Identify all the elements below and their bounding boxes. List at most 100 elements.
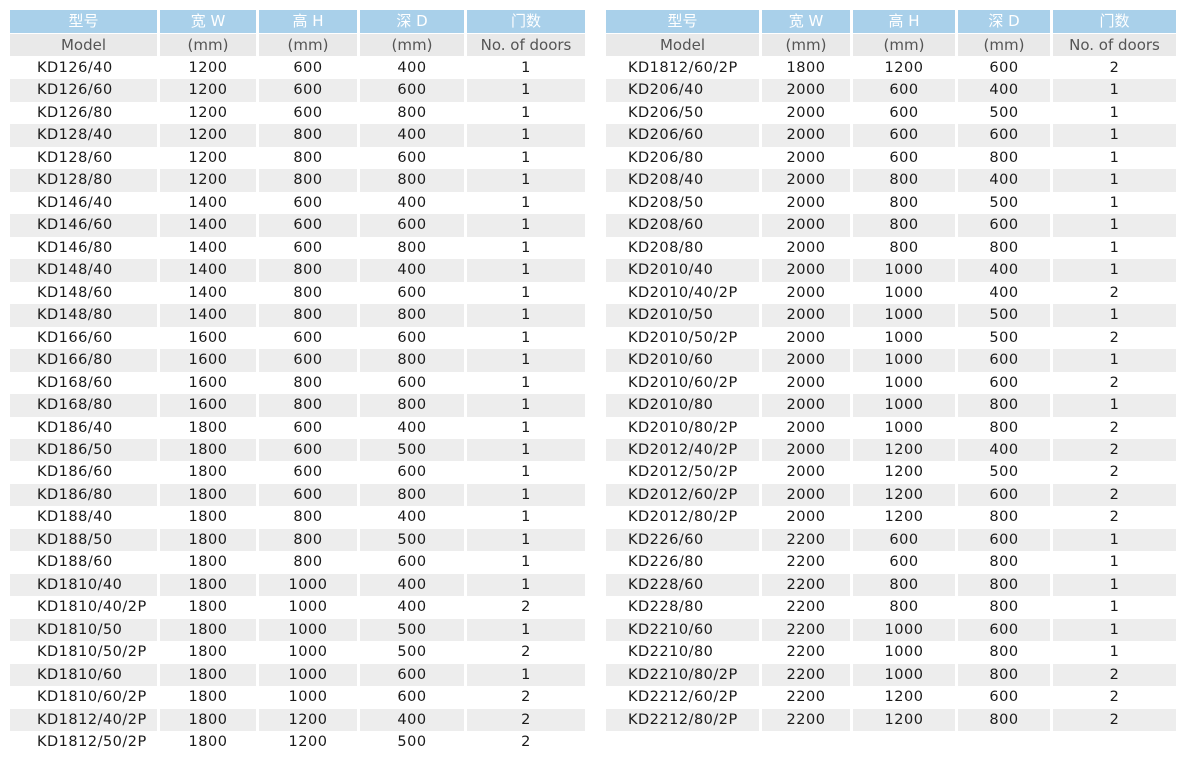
cell-width: 1200 bbox=[160, 79, 256, 102]
cell-model: KD2010/40 bbox=[606, 259, 759, 282]
cell-height: 600 bbox=[293, 464, 323, 481]
cell-model: KD186/40 bbox=[37, 419, 113, 436]
cell-doors: 1 bbox=[1053, 528, 1176, 552]
cell-height: 600 bbox=[259, 79, 357, 102]
cell-height: 600 bbox=[889, 104, 919, 121]
table-row: KD1810/60/2P 1800 1000 600 2 bbox=[10, 686, 585, 708]
cell-depth: 800 bbox=[360, 169, 464, 192]
cell-width: 2000 bbox=[762, 394, 850, 417]
cell-depth: 600 bbox=[397, 554, 427, 571]
table-row: KD208/60 2000 800 600 1 bbox=[606, 214, 1176, 237]
cell-height: 600 bbox=[293, 60, 323, 76]
cell-model: KD1810/40 bbox=[10, 573, 157, 597]
cell-depth: 400 bbox=[360, 708, 464, 732]
cell-depth: 600 bbox=[989, 374, 1019, 391]
cell-depth: 600 bbox=[989, 689, 1019, 706]
cell-height: 1200 bbox=[884, 464, 924, 481]
cell-doors: 2 bbox=[1109, 464, 1120, 481]
table-row: KD2012/50/2P 2000 1200 500 2 bbox=[606, 461, 1176, 483]
cell-model: KD166/60 bbox=[37, 329, 113, 346]
table-row: KD2010/60 2000 1000 600 1 bbox=[606, 349, 1176, 372]
cell-depth: 400 bbox=[958, 259, 1050, 282]
cell-model: KD2010/60 bbox=[606, 349, 759, 372]
table-row: KD148/80 1400 800 800 1 bbox=[10, 304, 585, 327]
cell-depth: 800 bbox=[360, 349, 464, 372]
cell-depth: 800 bbox=[397, 239, 427, 256]
cell-doors: 1 bbox=[1109, 554, 1120, 571]
cell-width: 2000 bbox=[786, 419, 826, 436]
cell-model: KD1810/40/2P bbox=[37, 599, 147, 616]
cell-height: 600 bbox=[853, 528, 955, 552]
cell-height: 600 bbox=[259, 483, 357, 507]
cell-width: 1400 bbox=[160, 304, 256, 327]
cell-model: KD1810/60/2P bbox=[37, 689, 147, 706]
header-doors-en: No. of doors bbox=[1053, 34, 1176, 56]
cell-depth: 600 bbox=[397, 689, 427, 706]
cell-width: 2200 bbox=[786, 554, 826, 571]
cell-depth: 800 bbox=[989, 644, 1019, 661]
cell-height: 1000 bbox=[884, 329, 924, 346]
cell-model: KD206/60 bbox=[606, 124, 759, 147]
cell-depth: 500 bbox=[360, 438, 464, 462]
cell-depth: 400 bbox=[958, 438, 1050, 462]
header-depth-zh: 深 D bbox=[958, 10, 1050, 33]
cell-depth: 500 bbox=[989, 329, 1019, 346]
cell-width: 2200 bbox=[762, 708, 850, 732]
cell-doors: 2 bbox=[521, 734, 531, 751]
cell-model: KD2010/50 bbox=[606, 304, 759, 327]
table-row: KD1810/40/2P 1800 1000 400 2 bbox=[10, 596, 585, 618]
cell-height: 600 bbox=[853, 79, 955, 102]
cell-height: 600 bbox=[293, 419, 323, 436]
table-row: KD1812/50/2P 1800 1200 500 2 bbox=[10, 731, 585, 753]
cell-depth: 600 bbox=[360, 79, 464, 102]
cell-width: 2000 bbox=[786, 239, 826, 256]
table-row: KD168/80 1600 800 800 1 bbox=[10, 394, 585, 417]
cell-doors: 1 bbox=[1109, 644, 1120, 661]
cell-width: 1200 bbox=[188, 60, 228, 76]
cell-model: KD2212/60/2P bbox=[628, 689, 738, 706]
table-row: KD1812/60/2P 1800 1200 600 2 bbox=[606, 57, 1176, 79]
cell-height: 1200 bbox=[884, 689, 924, 706]
header-model-zh: 型号 bbox=[10, 10, 157, 33]
cell-model: KD2010/80 bbox=[606, 394, 759, 417]
cell-model: KD2210/60 bbox=[606, 618, 759, 642]
cell-height: 1000 bbox=[259, 663, 357, 687]
cell-height: 1000 bbox=[853, 259, 955, 282]
table-row: KD1810/50/2P 1800 1000 500 2 bbox=[10, 641, 585, 663]
cell-model: KD128/80 bbox=[10, 169, 157, 192]
header-model-zh: 型号 bbox=[606, 10, 759, 33]
cell-depth: 800 bbox=[958, 573, 1050, 597]
table-row: KD126/80 1200 600 800 1 bbox=[10, 102, 585, 124]
table-row: KD226/60 2200 600 600 1 bbox=[606, 528, 1176, 552]
table-row: KD188/60 1800 800 600 1 bbox=[10, 551, 585, 573]
cell-height: 1000 bbox=[288, 644, 328, 661]
header-model-en: Model bbox=[10, 34, 157, 56]
cell-model: KD2210/80 bbox=[628, 644, 714, 661]
cell-model: KD126/40 bbox=[37, 60, 113, 76]
cell-height: 800 bbox=[889, 599, 919, 616]
header-model-en: Model bbox=[606, 34, 759, 56]
cell-depth: 600 bbox=[958, 349, 1050, 372]
header-doors-zh: 门数 bbox=[1053, 10, 1176, 33]
cell-width: 1800 bbox=[188, 599, 228, 616]
cell-depth: 600 bbox=[397, 284, 427, 301]
table-row: KD2010/40 2000 1000 400 1 bbox=[606, 259, 1176, 282]
cell-height: 600 bbox=[293, 104, 323, 121]
table-row: KD2012/80/2P 2000 1200 800 2 bbox=[606, 506, 1176, 528]
table-row: KD228/80 2200 800 800 1 bbox=[606, 596, 1176, 618]
cell-doors: 1 bbox=[467, 259, 585, 282]
cell-width: 2000 bbox=[786, 464, 826, 481]
table-body-right: KD1812/60/2P 1800 1200 600 2 KD206/40 2000 600 4… bbox=[606, 57, 1176, 732]
cell-doors: 1 bbox=[521, 509, 531, 526]
cell-height: 1000 bbox=[853, 618, 955, 642]
cell-doors: 2 bbox=[521, 599, 531, 616]
cell-depth: 400 bbox=[360, 124, 464, 147]
table-row: KD1812/40/2P 1800 1200 400 2 bbox=[10, 708, 585, 732]
table-row: KD2010/60/2P 2000 1000 600 2 bbox=[606, 372, 1176, 394]
header-height-zh: 高 H bbox=[259, 10, 357, 33]
cell-doors: 1 bbox=[467, 573, 585, 597]
header-depth-unit: (mm) bbox=[958, 34, 1050, 56]
cell-doors: 1 bbox=[1053, 169, 1176, 192]
table-row: KD2210/80 2200 1000 800 1 bbox=[606, 641, 1176, 663]
cell-width: 1400 bbox=[188, 194, 228, 211]
